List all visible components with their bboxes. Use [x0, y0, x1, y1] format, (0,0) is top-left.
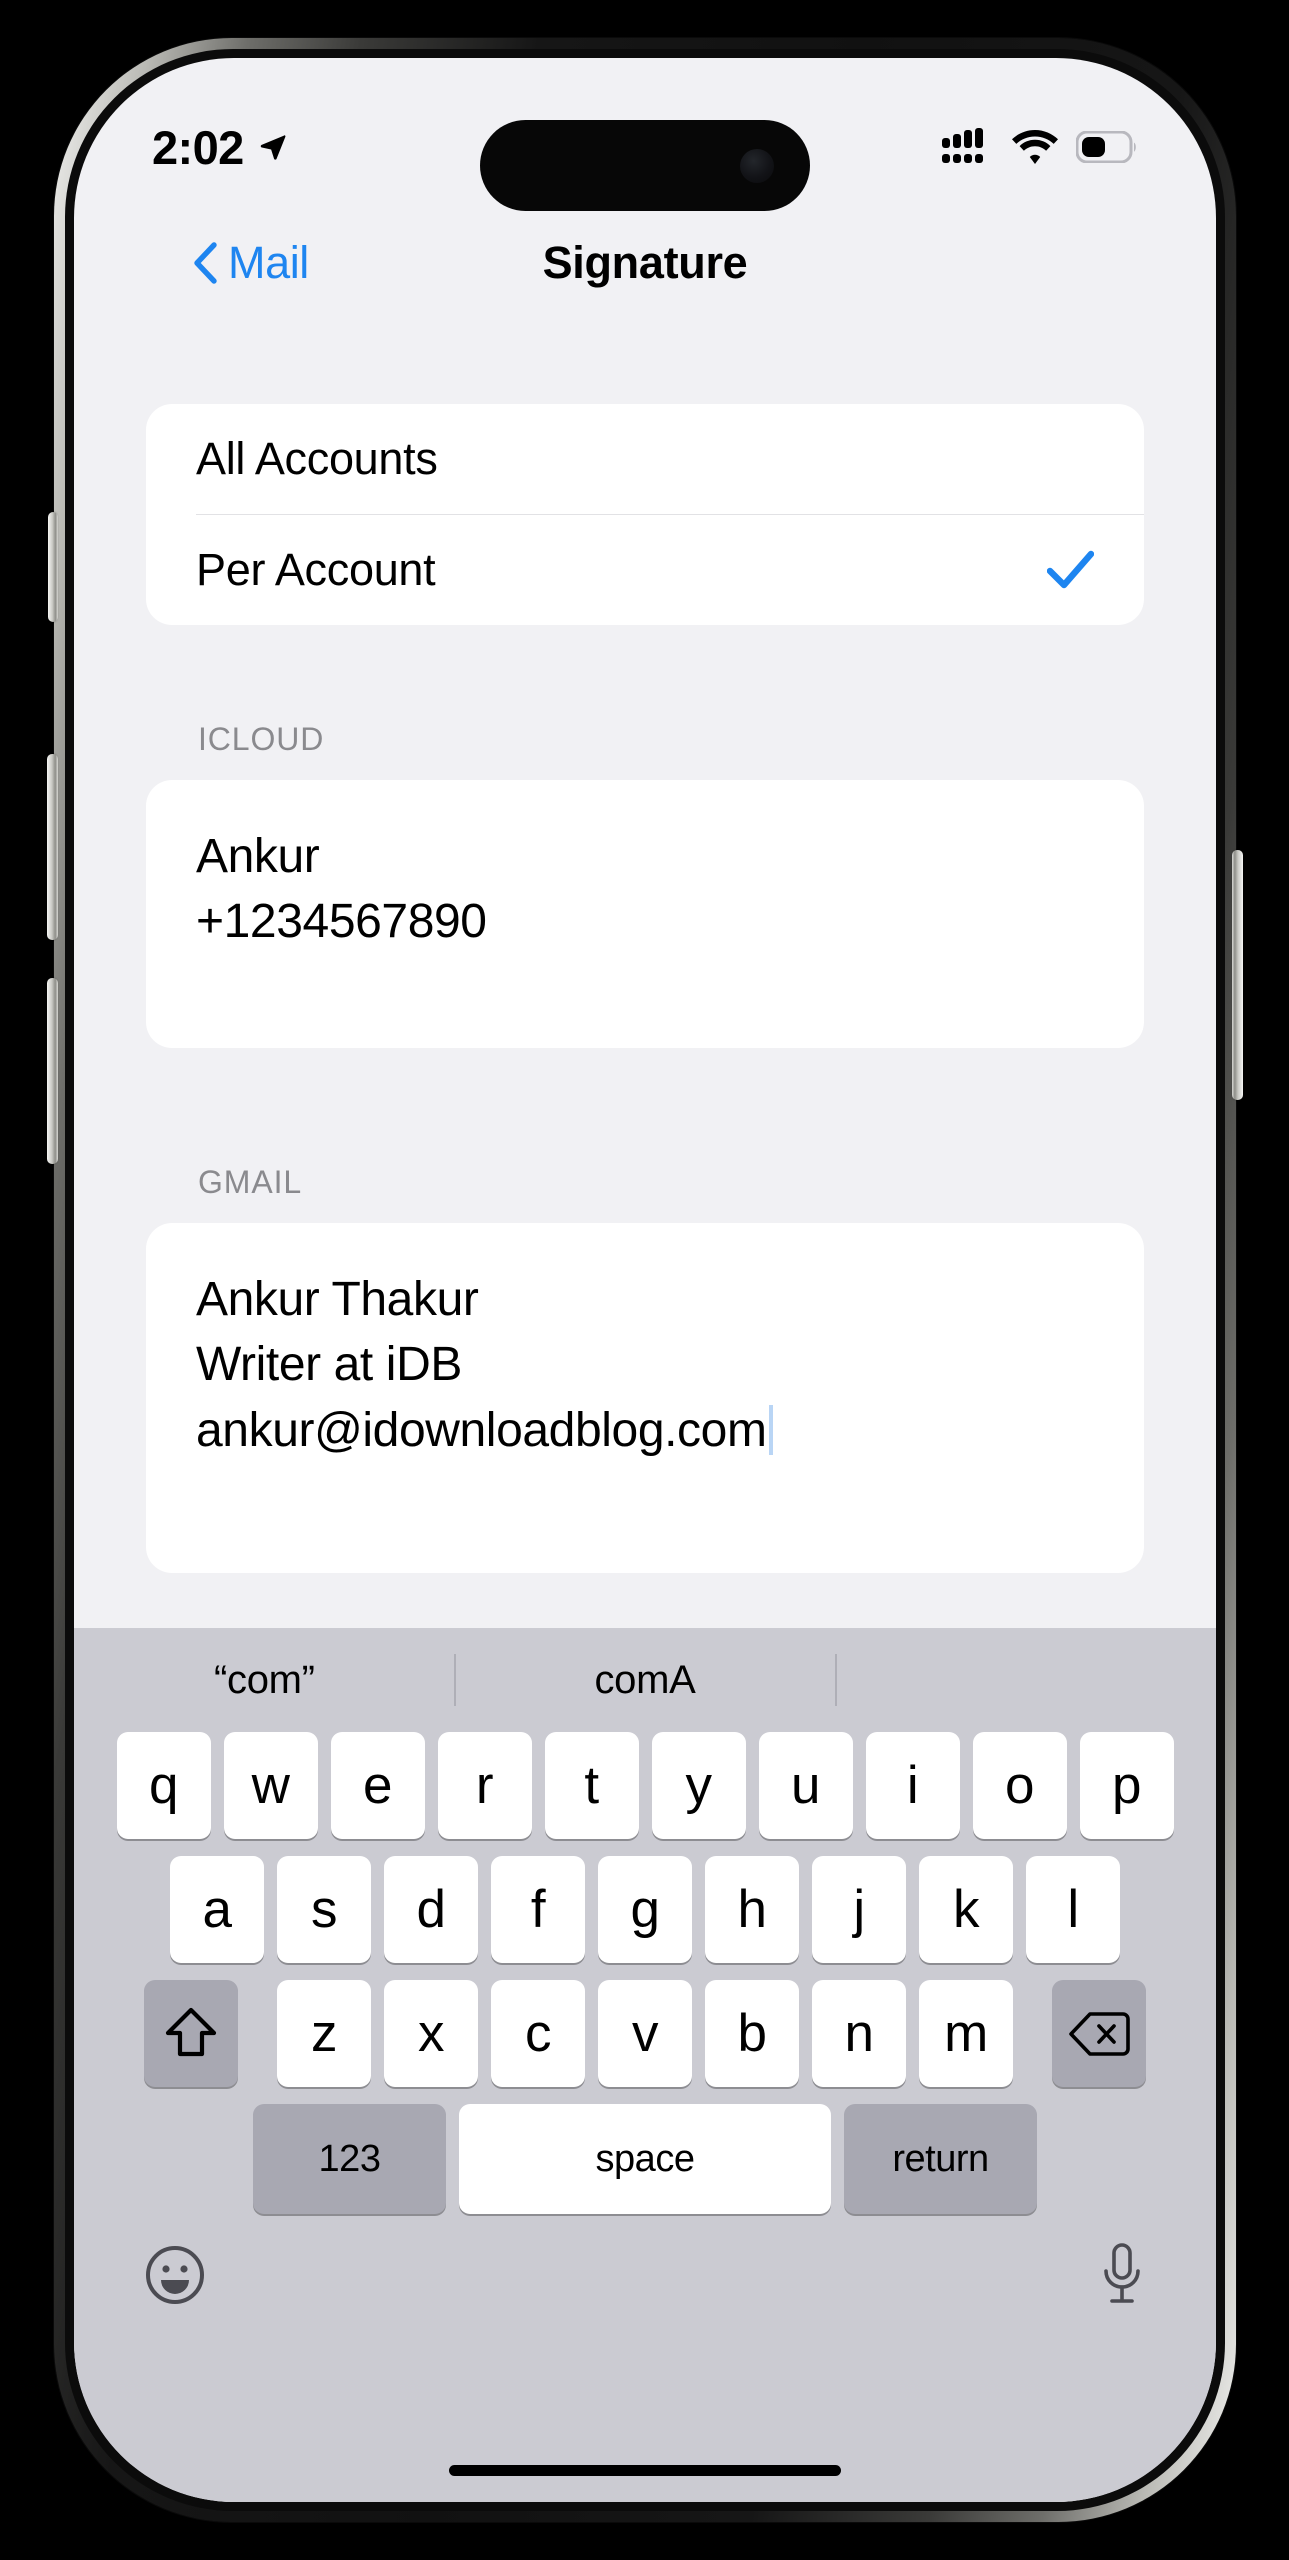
signature-line: Ankur: [196, 830, 320, 883]
delete-key[interactable]: [1052, 1980, 1146, 2087]
delete-backward-icon: [1069, 2011, 1130, 2056]
phone-screen: 2:02 Mail Signature All Accounts Per Acc…: [74, 58, 1216, 2502]
signature-line-text: ankur@idownloadblog.com: [196, 1403, 767, 1457]
key-d[interactable]: d: [384, 1856, 478, 1963]
text-cursor: [768, 1404, 773, 1455]
key-a[interactable]: a: [170, 1856, 264, 1963]
power-button[interactable]: [1232, 850, 1243, 1100]
key-w[interactable]: w: [223, 1732, 318, 1839]
volume-down-button[interactable]: [47, 978, 58, 1164]
predictive-suggestion-bar: “com” comA: [74, 1628, 1216, 1732]
gmail-signature-field[interactable]: Ankur Thakur Writer at iDB ankur@idownlo…: [146, 1223, 1144, 1573]
return-key[interactable]: return: [844, 2104, 1037, 2214]
suggestion-item[interactable]: “com”: [74, 1658, 455, 1703]
section-header-icloud: ICLOUD: [198, 721, 325, 757]
key-o[interactable]: o: [972, 1732, 1067, 1839]
key-h[interactable]: h: [705, 1856, 799, 1963]
key-p[interactable]: p: [1079, 1732, 1174, 1839]
shift-key[interactable]: [144, 1980, 238, 2087]
emoji-smiley-icon: [146, 2246, 204, 2304]
numeric-switch-key[interactable]: 123: [253, 2104, 446, 2214]
signature-scope-card: All Accounts Per Account: [146, 404, 1144, 625]
back-button-label: Mail: [228, 237, 309, 288]
navigation-bar: Mail Signature: [74, 208, 1216, 318]
keyboard-row-2: a s d f g h j k l: [74, 1856, 1216, 1963]
location-arrow-icon: [260, 135, 286, 160]
signature-line: Writer at iDB: [196, 1338, 462, 1392]
key-m[interactable]: m: [919, 1980, 1013, 2087]
settings-content: All Accounts Per Account ICLOUD Ankur +1…: [74, 318, 1216, 1628]
suggestion-divider: [834, 1654, 837, 1706]
key-k[interactable]: k: [919, 1856, 1013, 1963]
back-button[interactable]: Mail: [192, 237, 309, 289]
keyboard-row-3: z x c v b n m: [74, 1980, 1216, 2087]
suggestion-divider: [454, 1654, 457, 1706]
keyboard-row-1: q w e r t y u i o p: [74, 1732, 1216, 1839]
phone-frame: 2:02 Mail Signature All Accounts Per Acc…: [47, 38, 1243, 2522]
key-s[interactable]: s: [277, 1856, 371, 1963]
scope-option-all-accounts[interactable]: All Accounts: [146, 404, 1144, 514]
key-i[interactable]: i: [865, 1732, 960, 1839]
key-t[interactable]: t: [544, 1732, 639, 1839]
scope-option-label: Per Account: [196, 544, 436, 595]
dynamic-island[interactable]: [480, 120, 810, 211]
volume-up-button[interactable]: [47, 754, 58, 940]
key-e[interactable]: e: [330, 1732, 425, 1839]
scope-option-label: All Accounts: [196, 433, 438, 484]
wifi-icon: [1012, 130, 1058, 164]
home-indicator[interactable]: [449, 2465, 841, 2476]
key-x[interactable]: x: [384, 1980, 478, 2087]
key-f[interactable]: f: [491, 1856, 585, 1963]
onscreen-keyboard: “com” comA q w e r t y u i o p a s d f g…: [74, 1628, 1216, 2502]
space-key[interactable]: space: [459, 2104, 831, 2214]
key-v[interactable]: v: [598, 1980, 692, 2087]
status-bar-left: 2:02: [152, 92, 288, 175]
signature-line: +1234567890: [196, 895, 487, 949]
keyboard-bottom-bar: [74, 2214, 1216, 2313]
front-camera-icon: [740, 148, 774, 183]
key-j[interactable]: j: [812, 1856, 906, 1963]
dictation-button[interactable]: [1098, 2242, 1146, 2313]
microphone-icon: [1104, 2243, 1140, 2303]
signature-line: Ankur Thakur: [196, 1273, 479, 1326]
key-q[interactable]: q: [116, 1732, 211, 1839]
keyboard-row-4: 123 space return: [74, 2104, 1216, 2214]
battery-icon: [1076, 131, 1136, 163]
key-n[interactable]: n: [812, 1980, 906, 2087]
key-g[interactable]: g: [598, 1856, 692, 1963]
key-b[interactable]: b: [705, 1980, 799, 2087]
key-u[interactable]: u: [758, 1732, 853, 1839]
key-c[interactable]: c: [491, 1980, 585, 2087]
shift-arrow-icon: [165, 2007, 217, 2056]
key-z[interactable]: z: [277, 1980, 371, 2087]
status-bar-clock: 2:02: [152, 120, 244, 174]
section-header-gmail: GMAIL: [198, 1164, 303, 1200]
signature-line-active: ankur@idownloadblog.com: [196, 1398, 1094, 1463]
chevron-left-icon: [194, 242, 217, 284]
cellular-signal-icon: [942, 128, 983, 163]
emoji-button[interactable]: [144, 2244, 206, 2311]
scope-option-per-account[interactable]: Per Account: [146, 515, 1144, 625]
page-title: Signature: [542, 237, 748, 288]
checkmark-icon: [1047, 550, 1094, 589]
silent-switch-button[interactable]: [48, 512, 58, 622]
status-bar-right: [942, 100, 1138, 166]
icloud-signature-field[interactable]: Ankur +1234567890: [146, 780, 1144, 1048]
key-l[interactable]: l: [1026, 1856, 1120, 1963]
suggestion-item[interactable]: comA: [455, 1658, 836, 1703]
key-r[interactable]: r: [437, 1732, 532, 1839]
key-y[interactable]: y: [651, 1732, 746, 1839]
